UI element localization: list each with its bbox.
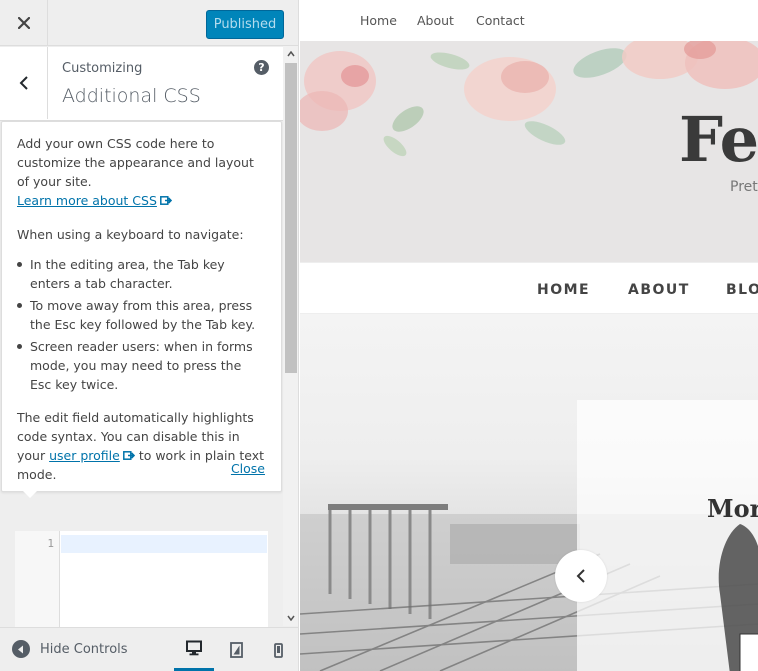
editor-gutter: 1 xyxy=(15,531,60,627)
scrollbar-thumb[interactable] xyxy=(285,63,297,373)
slider-prev-button[interactable] xyxy=(555,550,607,602)
external-link-icon xyxy=(159,196,172,205)
help-icon[interactable]: ? xyxy=(254,60,269,75)
list-item: Screen reader users: when in forms mode,… xyxy=(17,337,266,394)
chevron-left-icon xyxy=(576,569,585,583)
preview-desktop-button[interactable] xyxy=(174,628,214,671)
panel-title: Additional CSS xyxy=(62,85,201,107)
slide-title[interactable]: Mor xyxy=(707,494,758,523)
publish-button[interactable]: Published xyxy=(206,10,284,39)
line-number: 1 xyxy=(47,537,54,550)
close-customizer-button[interactable] xyxy=(0,0,48,46)
collapse-icon xyxy=(12,640,30,658)
site-header-banner: Fer Pret xyxy=(300,41,758,262)
customizing-label: Customizing xyxy=(62,61,143,76)
preview-mobile-button[interactable] xyxy=(258,628,298,671)
close-icon xyxy=(17,17,30,29)
syntax-highlight-note: The edit field automatically highlights … xyxy=(17,408,266,484)
user-profile-link[interactable]: user profile xyxy=(49,448,120,463)
chevron-down-icon xyxy=(287,615,295,621)
customizer-sidebar: Published Customizing Additional CSS ? A… xyxy=(0,0,299,671)
main-nav-home[interactable]: HOME xyxy=(537,282,590,298)
scroll-up-arrow[interactable] xyxy=(283,46,298,62)
css-code-editor[interactable]: 1 xyxy=(15,531,268,627)
main-navigation: HOME ABOUT BLO xyxy=(300,262,758,314)
tablet-icon xyxy=(229,642,243,658)
mobile-icon xyxy=(273,642,283,658)
css-help-notice: Add your own CSS code here to customize … xyxy=(1,121,282,492)
sidebar-scrollbar[interactable] xyxy=(283,46,298,626)
list-item: In the editing area, the Tab key enters … xyxy=(17,255,266,293)
help-intro: Add your own CSS code here to customize … xyxy=(17,134,266,210)
customizer-header: Published xyxy=(0,0,298,46)
nav-link-about[interactable]: About xyxy=(417,13,454,28)
editor-active-line[interactable] xyxy=(61,535,267,553)
keyboard-heading: When using a keyboard to navigate: xyxy=(17,227,244,242)
chevron-up-icon xyxy=(287,51,295,57)
site-title[interactable]: Fer xyxy=(679,103,758,176)
back-button[interactable] xyxy=(0,47,48,119)
nav-link-contact[interactable]: Contact xyxy=(476,13,525,28)
nav-link-home[interactable]: Home xyxy=(360,13,397,28)
hide-controls-label: Hide Controls xyxy=(40,641,128,657)
learn-more-css-text: Learn more about CSS xyxy=(17,193,157,208)
main-nav-blog[interactable]: BLO xyxy=(726,282,758,298)
scroll-down-arrow[interactable] xyxy=(283,610,298,626)
main-nav-about[interactable]: ABOUT xyxy=(628,282,690,298)
slide-person-image xyxy=(718,524,758,671)
chevron-left-icon xyxy=(19,76,28,90)
featured-slider: Mor xyxy=(300,314,758,671)
site-preview[interactable]: Home About Contact Fer Pret HOME ABOUT B… xyxy=(300,0,758,671)
preview-tablet-button[interactable] xyxy=(216,628,256,671)
user-profile-text: user profile xyxy=(49,448,120,463)
keyboard-tips-list: In the editing area, the Tab key enters … xyxy=(17,255,266,394)
learn-more-css-link[interactable]: Learn more about CSS xyxy=(17,193,157,208)
customizer-footer: Hide Controls xyxy=(0,627,298,671)
help-pointer xyxy=(22,490,38,498)
help-intro-text: Add your own CSS code here to customize … xyxy=(17,136,254,189)
close-help-link[interactable]: Close xyxy=(231,459,265,478)
external-link-icon xyxy=(122,451,135,460)
site-tagline: Pret xyxy=(730,179,758,195)
section-header: Customizing Additional CSS ? xyxy=(0,47,283,121)
list-item: To move away from this area, press the E… xyxy=(17,296,266,334)
hide-controls-button[interactable]: Hide Controls xyxy=(12,640,128,658)
desktop-icon xyxy=(186,640,202,656)
top-navigation: Home About Contact xyxy=(300,0,758,41)
